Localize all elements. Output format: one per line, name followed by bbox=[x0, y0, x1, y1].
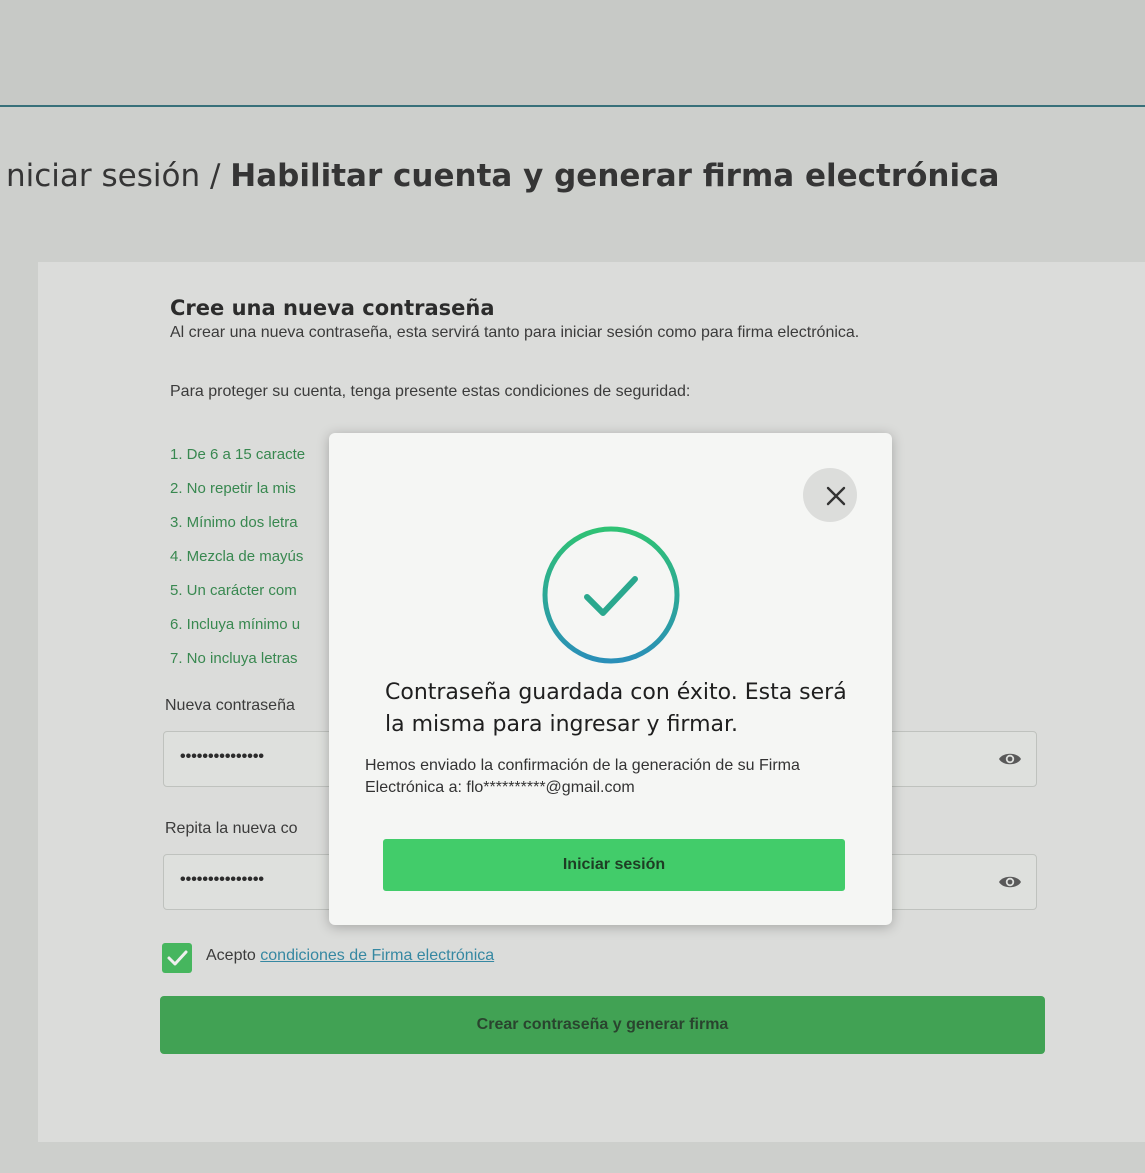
modal-message: Hemos enviado la confirmación de la gene… bbox=[365, 757, 800, 796]
check-circle-icon bbox=[542, 526, 680, 664]
modal-close-button[interactable] bbox=[803, 468, 857, 522]
close-icon bbox=[826, 486, 846, 506]
login-button[interactable]: Iniciar sesión bbox=[383, 839, 845, 891]
success-modal: Contraseña guardada con éxito. Esta será… bbox=[329, 433, 892, 925]
modal-title: Contraseña guardada con éxito. Esta será… bbox=[385, 680, 847, 737]
